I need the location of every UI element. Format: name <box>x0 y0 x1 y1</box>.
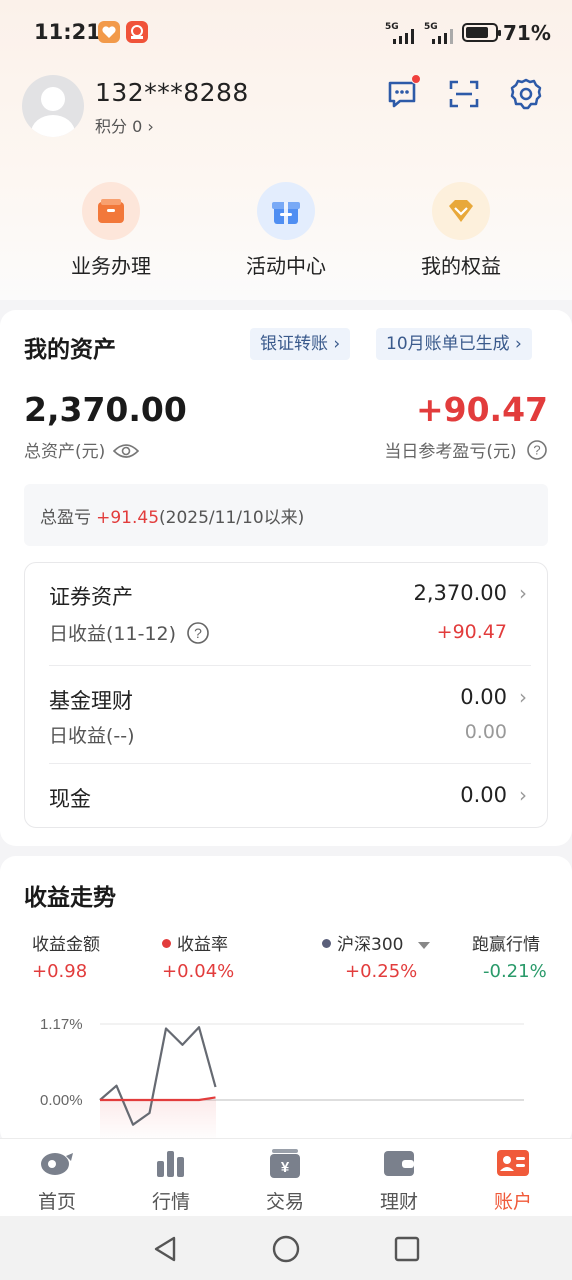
daily-pl-value: +90.47 <box>415 390 548 429</box>
total-assets-value: 2,370.00 <box>24 390 187 429</box>
shortcut-business[interactable]: 业务办理 <box>41 182 181 282</box>
bank-transfer-button[interactable]: 银证转账 › <box>250 328 351 360</box>
tab-wealth[interactable]: 理财 <box>342 1139 456 1217</box>
battery-percent: 71% <box>503 21 551 45</box>
recents-icon[interactable] <box>392 1234 422 1264</box>
assets-title: 我的资产 <box>24 337 116 363</box>
diamond-icon <box>446 196 476 226</box>
bill-notice-button[interactable]: 10月账单已生成 › <box>376 328 532 360</box>
message-icon[interactable] <box>385 74 421 111</box>
help-icon[interactable]: ? <box>526 439 548 461</box>
avatar[interactable] <box>22 75 84 137</box>
gift-icon <box>271 196 301 226</box>
daily-pl-label: 当日参考盈亏(元) ? <box>384 437 548 462</box>
legend-amount: 收益金额 +0.98 <box>32 935 100 982</box>
home-circle-icon[interactable] <box>271 1234 301 1264</box>
app-notification-icon <box>126 21 148 43</box>
divider <box>49 665 531 666</box>
legend-return-rate[interactable]: 收益率 +0.04% <box>162 930 234 982</box>
svg-text:?: ? <box>194 625 202 641</box>
trend-chart: 1.17% 0.00% <box>40 1016 524 1142</box>
legend-index-selector[interactable]: 沪深300 +0.25% <box>322 930 431 982</box>
shortcut-benefits[interactable]: 我的权益 <box>391 182 531 282</box>
return-area <box>100 1100 216 1142</box>
svg-text:¥: ¥ <box>281 1159 290 1176</box>
svg-text:?: ? <box>533 443 540 458</box>
tab-account[interactable]: 账户 <box>456 1139 570 1217</box>
signal-icon: 5G <box>424 22 458 44</box>
signal-icon: 5G <box>385 22 419 44</box>
back-icon[interactable] <box>150 1234 180 1264</box>
total-pl-value: +91.45 <box>96 508 160 528</box>
legend-outperform: 跑赢行情 -0.21% <box>472 935 547 982</box>
home-icon <box>40 1147 74 1179</box>
unread-dot <box>411 74 421 84</box>
y-tick-label: 1.17% <box>40 1016 83 1033</box>
status-time: 11:21 <box>34 20 101 44</box>
chevron-right-icon: › <box>333 334 341 354</box>
battery-icon <box>462 23 501 42</box>
y-tick-label: 0.00% <box>40 1092 83 1109</box>
tab-market[interactable]: 行情 <box>114 1139 228 1217</box>
chevron-right-icon: › <box>519 581 527 605</box>
shortcut-activity[interactable]: 活动中心 <box>216 182 356 282</box>
tab-home[interactable]: 首页 <box>0 1139 114 1217</box>
tab-trade[interactable]: ¥ 交易 <box>228 1139 342 1217</box>
chevron-right-icon: › <box>147 117 154 136</box>
divider <box>49 763 531 764</box>
trend-title: 收益走势 <box>24 885 116 911</box>
wallet-icon <box>382 1147 416 1179</box>
caret-down-icon <box>417 942 430 949</box>
market-icon <box>154 1147 188 1179</box>
settings-icon[interactable] <box>509 77 543 111</box>
total-pl-since: (2025/11/10以来) <box>159 508 305 528</box>
trade-icon: ¥ <box>268 1147 302 1179</box>
chevron-right-icon: › <box>519 783 527 807</box>
asset-breakdown: 证券资产 2,370.00 › 日收益(11-12) ? +90.47 基金理财… <box>24 562 548 828</box>
system-nav-bar <box>0 1216 572 1280</box>
user-phone[interactable]: 132***8288 <box>95 78 249 107</box>
total-pl-box: 总盈亏 +91.45(2025/11/10以来) <box>24 484 548 546</box>
points-link[interactable]: 积分 0 › <box>95 113 154 137</box>
chevron-right-icon: › <box>515 334 522 354</box>
series-line <box>100 1096 216 1102</box>
total-assets-label: 总资产(元) <box>24 437 139 462</box>
account-icon <box>496 1147 530 1179</box>
status-bar: 11:21 5G 5G 71% <box>0 0 572 66</box>
bottom-tab-bar: 首页 行情 ¥ 交易 理财 账户 <box>0 1138 572 1216</box>
total-pl-label: 总盈亏 <box>40 508 91 528</box>
help-icon: ? <box>187 622 209 644</box>
briefcase-icon <box>96 196 126 226</box>
chevron-right-icon: › <box>519 685 527 709</box>
eye-icon[interactable] <box>112 443 139 459</box>
scan-icon[interactable] <box>447 77 481 111</box>
app-notification-icon <box>98 21 120 43</box>
